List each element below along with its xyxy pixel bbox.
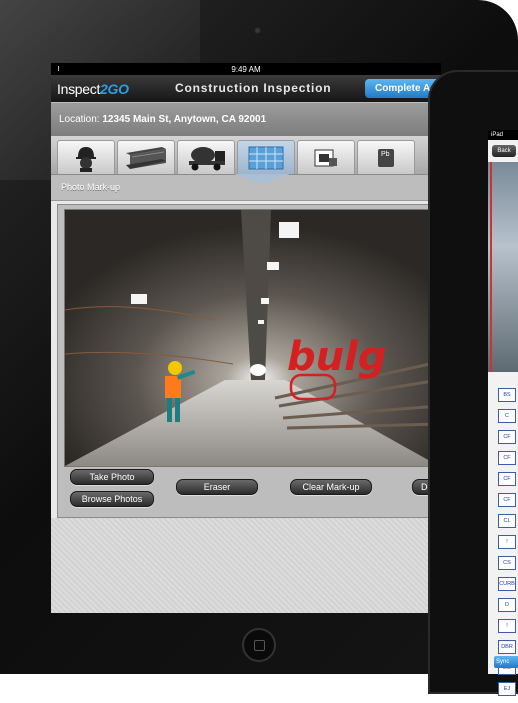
logo-prefix: Inspect (57, 80, 101, 97)
wifi-icon: ≀ (57, 64, 60, 73)
lead-pb-label: Pb (381, 151, 390, 158)
inspection-camera-icon (314, 149, 337, 166)
photo-markup-icon (248, 146, 284, 169)
status-time: 9:49 AM (231, 64, 261, 74)
second-ipad-status: iPad (488, 130, 518, 140)
tab-worker[interactable] (57, 140, 115, 174)
steel-beam-icon (126, 146, 166, 169)
symbol-item[interactable]: CF (498, 430, 516, 444)
app-screen: ≀ 9:49 AM Inspect2GO Construction Inspec… (51, 63, 441, 613)
active-tab-pointer (234, 174, 290, 184)
page-title: Construction Inspection (175, 81, 332, 95)
symbol-item[interactable]: DBR (498, 640, 516, 654)
location-value: 12345 Main St, Anytown, CA 92001 (102, 114, 267, 125)
symbol-item[interactable]: CL (498, 514, 516, 528)
worker-icon (76, 146, 96, 172)
tab-photo-markup[interactable] (237, 140, 295, 174)
tab-lead[interactable]: Pb (357, 140, 415, 174)
empty-area (51, 518, 441, 613)
tab-concrete[interactable] (177, 140, 235, 174)
location-bar: Location: 12345 Main St, Anytown, CA 920… (51, 102, 441, 136)
front-camera (254, 27, 261, 34)
eraser-button[interactable]: Eraser (176, 479, 258, 495)
app-logo: Inspect2GO (57, 81, 129, 97)
browse-photos-button[interactable]: Browse Photos (70, 491, 154, 507)
symbol-item[interactable]: ! (498, 619, 516, 633)
markup-text: bulg (287, 334, 386, 380)
nav-bar: Inspect2GO Construction Inspection Compl… (51, 75, 441, 102)
concrete-truck-icon (189, 146, 225, 170)
logo-brand: 2GO (100, 80, 129, 97)
home-square-icon (254, 640, 265, 651)
symbol-item[interactable]: CURB (498, 577, 516, 591)
symbol-item[interactable]: BS (498, 388, 516, 402)
symbol-item[interactable]: CF (498, 451, 516, 465)
symbol-item[interactable]: C (498, 409, 516, 423)
second-back-button[interactable]: Back (492, 145, 516, 157)
symbol-item[interactable]: D (498, 598, 516, 612)
symbol-item[interactable]: ! (498, 535, 516, 549)
tunnel-photo: bulg (65, 210, 439, 466)
markup-panel: bulg Take Photo Browse Photos Eraser Cle… (57, 204, 441, 518)
tab-inspection-camera[interactable] (297, 140, 355, 174)
tab-bar: Pb (51, 136, 441, 184)
second-photo-strip (488, 162, 518, 372)
sync-button[interactable]: Sync (494, 656, 518, 668)
tab-steel[interactable] (117, 140, 175, 174)
status-bar: ≀ 9:49 AM (51, 63, 441, 75)
symbol-item[interactable]: EJ (498, 682, 516, 696)
markup-photo[interactable]: bulg (64, 209, 440, 467)
symbol-item[interactable]: CF (498, 472, 516, 486)
second-photo-accent (490, 162, 492, 372)
symbol-item[interactable]: CF (498, 493, 516, 507)
symbol-item[interactable]: CS (498, 556, 516, 570)
clear-markup-button[interactable]: Clear Mark-up (290, 479, 372, 495)
location-label: Location: (59, 114, 100, 125)
take-photo-button[interactable]: Take Photo (70, 469, 154, 485)
home-button[interactable] (242, 628, 276, 662)
